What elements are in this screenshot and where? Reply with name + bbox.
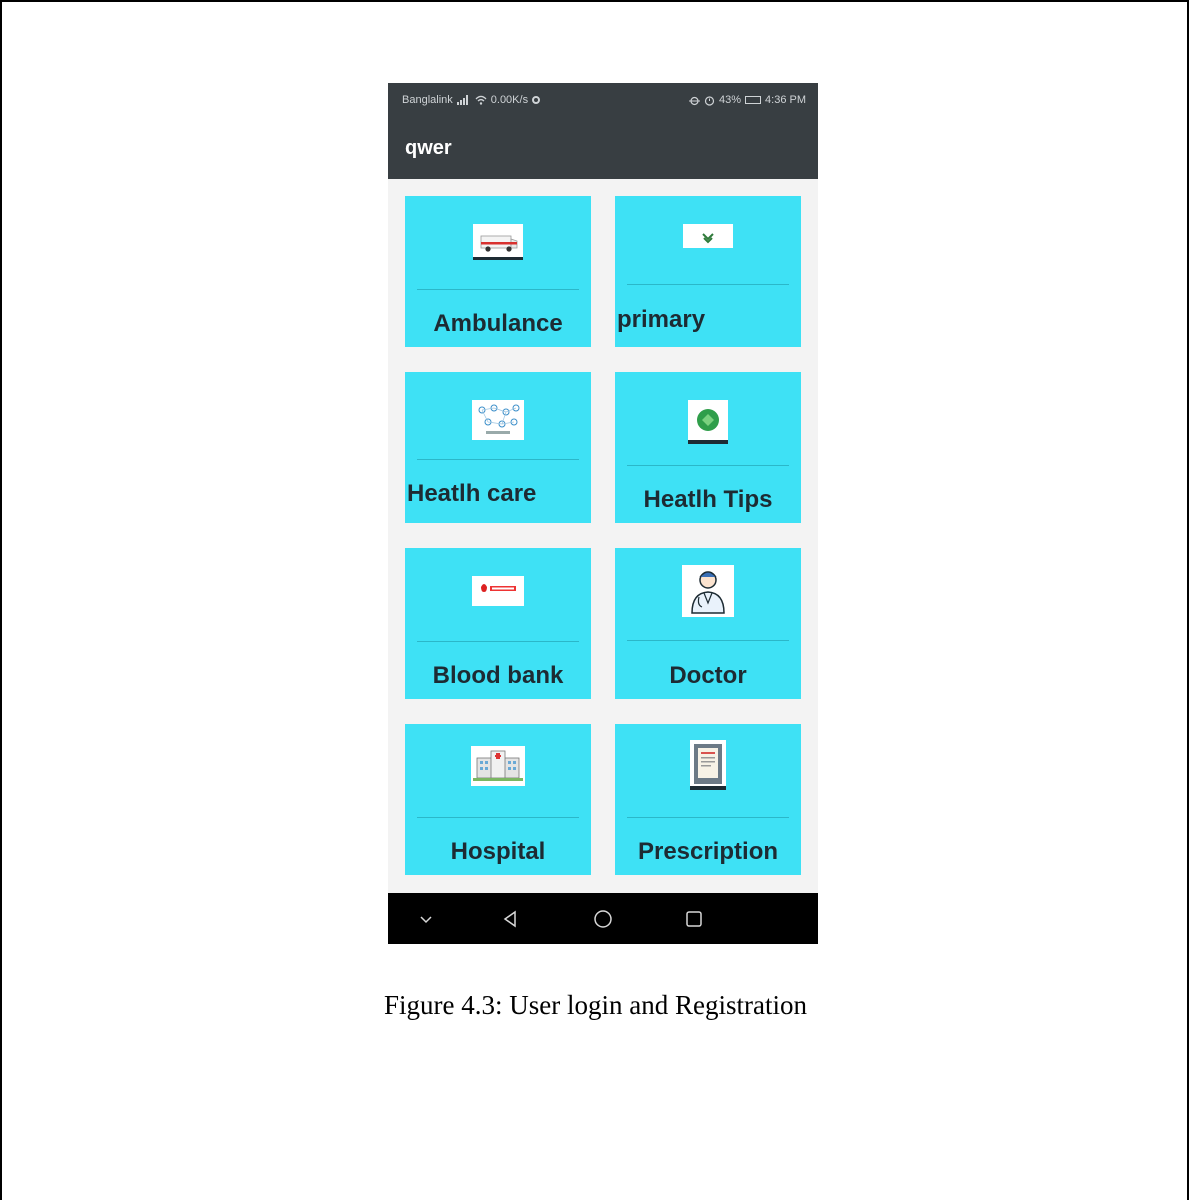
figure-caption: Figure 4.3: User login and Registration	[384, 990, 807, 1020]
sync-icon	[532, 96, 541, 104]
health-tips-icon	[688, 400, 728, 444]
recents-button[interactable]	[674, 893, 714, 944]
recents-square-icon	[686, 910, 702, 927]
phone-screenshot: Banglalink 0.00K/s 43% 4:36 PM qwer Ambu…	[388, 83, 818, 944]
carrier-name: Banglalink	[402, 94, 453, 106]
bug-icon	[689, 96, 700, 105]
tile-health-care[interactable]: Heatlh care	[405, 372, 591, 523]
tile-label: Hospital	[450, 838, 546, 865]
menu-grid: Ambulance primary Heatlh care Heatlh Tip…	[388, 179, 818, 883]
ambulance-icon	[473, 224, 523, 260]
battery-icon	[745, 96, 762, 104]
tile-label: Doctor	[669, 662, 747, 689]
back-triangle-icon	[503, 910, 516, 927]
signal-icon	[456, 95, 468, 105]
doctor-icon	[682, 565, 734, 617]
back-button[interactable]	[490, 893, 530, 944]
healthcare-network-icon	[472, 400, 524, 440]
tile-primary[interactable]: primary	[615, 196, 801, 347]
battery-percent: 43%	[719, 94, 742, 106]
app-bar: qwer	[388, 117, 818, 179]
prescription-icon	[690, 740, 726, 790]
hide-nav-button[interactable]	[406, 893, 446, 944]
tile-health-tips[interactable]: Heatlh Tips	[615, 372, 801, 523]
tile-blood-bank[interactable]: Blood bank	[405, 548, 591, 699]
tile-label: primary	[617, 306, 706, 333]
first-aid-icon	[683, 224, 733, 248]
network-speed: 0.00K/s	[490, 94, 529, 106]
app-title: qwer	[405, 136, 452, 159]
chevron-down-icon	[420, 915, 432, 923]
tile-label: Ambulance	[433, 310, 563, 337]
tile-prescription[interactable]: Prescription	[615, 724, 801, 875]
tile-doctor[interactable]: Doctor	[615, 548, 801, 699]
alarm-icon	[704, 95, 715, 106]
navigation-bar	[388, 893, 818, 944]
tile-label: Prescription	[637, 838, 779, 865]
tile-label: Heatlh Tips	[643, 486, 773, 513]
tile-label: Blood bank	[432, 662, 564, 689]
tile-hospital[interactable]: Hospital	[405, 724, 591, 875]
status-time: 4:36 PM	[765, 94, 806, 106]
tile-label: Heatlh care	[407, 480, 537, 507]
hospital-icon	[471, 746, 525, 786]
wifi-icon	[475, 95, 487, 105]
home-circle-icon	[594, 909, 612, 928]
status-bar: Banglalink 0.00K/s 43% 4:36 PM	[388, 83, 818, 117]
tile-ambulance[interactable]: Ambulance	[405, 196, 591, 347]
home-button[interactable]	[583, 893, 623, 944]
blood-bank-icon	[472, 576, 524, 606]
